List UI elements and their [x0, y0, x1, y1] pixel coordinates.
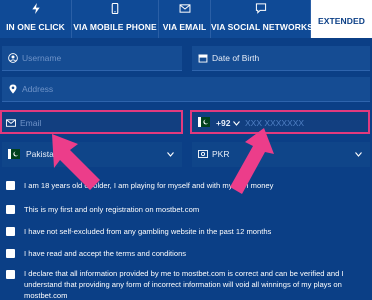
currency-icon	[198, 150, 208, 158]
checkbox-label-line: I declare that all information provided …	[24, 269, 344, 278]
checkbox-accept-terms[interactable]	[6, 249, 15, 258]
tab-label: EXTENDED	[317, 16, 366, 26]
tab-via-mobile-phone[interactable]: VIA MOBILE PHONE	[72, 0, 159, 38]
checkbox-label-line: mostbet.com	[24, 291, 68, 300]
pakistan-flag-icon	[8, 149, 20, 159]
user-icon	[8, 53, 18, 63]
date-of-birth-field[interactable]: Date of Birth	[192, 46, 370, 71]
checkbox-not-self-excluded[interactable]	[6, 227, 15, 236]
checkbox-age-confirmation[interactable]	[6, 181, 15, 190]
address-placeholder: Address	[22, 84, 54, 94]
chat-bubble-icon	[255, 3, 266, 14]
email-placeholder: Email	[20, 118, 42, 128]
checkbox-first-registration[interactable]	[6, 205, 15, 214]
tab-label: VIA SOCIAL NETWORKS	[211, 22, 314, 32]
tab-in-one-click[interactable]: IN ONE CLICK	[0, 0, 72, 38]
chevron-down-icon	[355, 152, 362, 157]
mobile-phone-icon	[111, 3, 119, 14]
chevron-down-icon	[167, 152, 174, 157]
pakistan-flag-icon	[198, 117, 210, 127]
checkbox-information-declaration[interactable]	[6, 270, 15, 279]
tab-via-social-networks[interactable]: VIA SOCIAL NETWORKS	[211, 0, 314, 38]
address-field[interactable]: Address	[2, 77, 370, 102]
tab-label: VIA EMAIL	[162, 22, 207, 32]
tab-via-email[interactable]: VIA EMAIL	[159, 0, 211, 38]
tab-label: IN ONE CLICK	[6, 22, 65, 32]
tab-extended[interactable]: EXTENDED	[311, 0, 372, 38]
envelope-icon	[179, 4, 190, 13]
registration-tabs: IN ONE CLICK VIA MOBILE PHONE VIA EMAIL …	[0, 0, 372, 38]
username-placeholder: Username	[22, 53, 62, 63]
checkbox-label: I have read and accept the terms and con…	[24, 249, 187, 258]
calendar-icon	[198, 54, 208, 63]
pointer-arrow-phone	[230, 128, 274, 194]
checkbox-label: I have not self-excluded from any gambli…	[24, 227, 272, 236]
location-pin-icon	[9, 84, 17, 94]
envelope-icon	[6, 119, 16, 127]
pointer-arrow-email	[52, 134, 100, 190]
username-field[interactable]: Username	[2, 46, 182, 71]
checkbox-label: This is my first and only registration o…	[24, 205, 200, 214]
checkbox-label-line: understand that providing any form of in…	[24, 280, 342, 289]
tab-label: VIA MOBILE PHONE	[73, 22, 157, 32]
dob-placeholder: Date of Birth	[212, 53, 260, 63]
flash-icon	[31, 3, 40, 14]
